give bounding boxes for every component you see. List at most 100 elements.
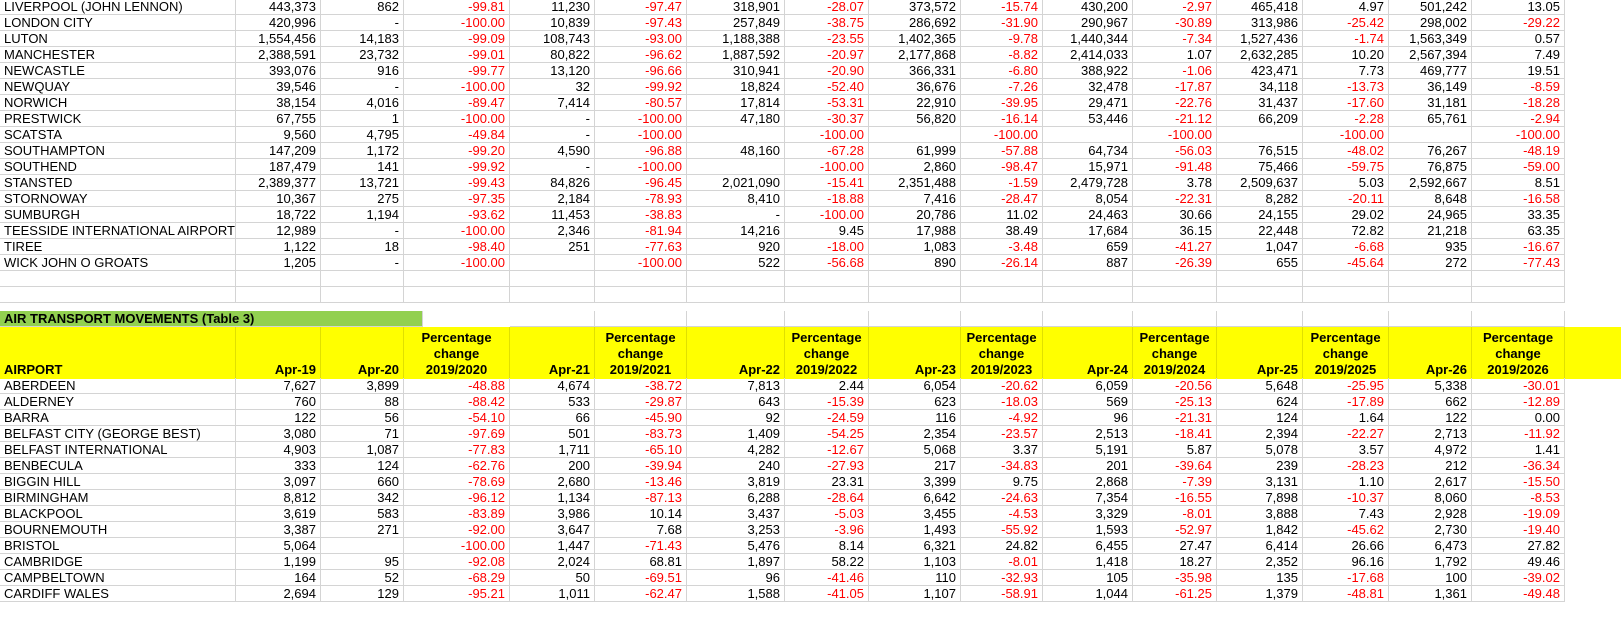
value-cell[interactable]: 1,887,592 [687, 47, 785, 63]
empty-cell[interactable] [595, 287, 687, 303]
empty-cell[interactable] [1472, 271, 1565, 287]
value-cell[interactable]: 862 [321, 0, 404, 15]
empty-cell[interactable] [0, 271, 236, 287]
value-cell[interactable]: 135 [1217, 570, 1303, 586]
value-cell[interactable]: -100.00 [404, 111, 510, 127]
airport-name-cell[interactable]: NEWCASTLE [0, 63, 236, 79]
value-cell[interactable]: -15.50 [1472, 474, 1565, 490]
value-cell[interactable]: -13.73 [1303, 79, 1389, 95]
value-cell[interactable]: -87.13 [595, 490, 687, 506]
empty-cell[interactable] [1389, 311, 1472, 327]
value-cell[interactable]: -17.87 [1133, 79, 1217, 95]
value-cell[interactable]: 522 [687, 255, 785, 271]
empty-cell[interactable] [1303, 311, 1389, 327]
empty-cell[interactable] [687, 271, 785, 287]
value-cell[interactable]: -96.88 [595, 143, 687, 159]
value-cell[interactable]: -78.69 [404, 474, 510, 490]
empty-cell[interactable] [961, 311, 1043, 327]
value-cell[interactable]: 1.07 [1133, 47, 1217, 63]
airport-name-cell[interactable]: NEWQUAY [0, 79, 236, 95]
value-cell[interactable]: 1.10 [1303, 474, 1389, 490]
value-cell[interactable]: -20.56 [1133, 378, 1217, 394]
value-cell[interactable]: -12.67 [785, 442, 869, 458]
value-cell[interactable]: -26.39 [1133, 255, 1217, 271]
value-cell[interactable]: -78.93 [595, 191, 687, 207]
value-cell[interactable]: 569 [1043, 394, 1133, 410]
value-cell[interactable]: -100.00 [1303, 127, 1389, 143]
value-cell[interactable]: 36,149 [1389, 79, 1472, 95]
value-cell[interactable]: 6,642 [869, 490, 961, 506]
value-cell[interactable] [687, 159, 785, 175]
value-cell[interactable]: -49.48 [1472, 586, 1565, 602]
value-cell[interactable]: -20.11 [1303, 191, 1389, 207]
empty-cell[interactable] [1133, 287, 1217, 303]
value-cell[interactable]: -100.00 [785, 207, 869, 223]
empty-cell[interactable] [1472, 311, 1565, 327]
airport-name-cell[interactable]: CARDIFF WALES [0, 586, 236, 602]
value-cell[interactable]: -34.83 [961, 458, 1043, 474]
empty-cell[interactable] [1389, 287, 1472, 303]
empty-cell[interactable] [869, 271, 961, 287]
value-cell[interactable]: -16.55 [1133, 490, 1217, 506]
value-cell[interactable]: 298,002 [1389, 15, 1472, 31]
value-cell[interactable]: -7.39 [1133, 474, 1217, 490]
value-cell[interactable]: 23,732 [321, 47, 404, 63]
value-cell[interactable]: 29.02 [1303, 207, 1389, 223]
airport-name-cell[interactable]: PRESTWICK [0, 111, 236, 127]
value-cell[interactable]: 65,761 [1389, 111, 1472, 127]
value-cell[interactable]: -30.37 [785, 111, 869, 127]
value-cell[interactable]: 1,205 [236, 255, 321, 271]
value-cell[interactable]: 13,721 [321, 175, 404, 191]
value-cell[interactable]: 212 [1389, 458, 1472, 474]
value-cell[interactable]: 10,367 [236, 191, 321, 207]
value-cell[interactable]: 2,394 [1217, 426, 1303, 442]
empty-cell[interactable] [1217, 271, 1303, 287]
value-cell[interactable]: -1.06 [1133, 63, 1217, 79]
airport-name-cell[interactable]: SUMBURGH [0, 207, 236, 223]
empty-cell[interactable] [404, 287, 510, 303]
value-cell[interactable]: 53,446 [1043, 111, 1133, 127]
value-cell[interactable]: -20.90 [785, 63, 869, 79]
value-cell[interactable]: -31.90 [961, 15, 1043, 31]
value-cell[interactable]: -62.47 [595, 586, 687, 602]
value-cell[interactable]: 124 [321, 458, 404, 474]
value-cell[interactable]: -12.89 [1472, 394, 1565, 410]
value-cell[interactable]: -88.42 [404, 394, 510, 410]
value-cell[interactable]: 3,399 [869, 474, 961, 490]
column-header-month[interactable]: Apr-22 [687, 327, 785, 379]
value-cell[interactable]: 3,329 [1043, 506, 1133, 522]
value-cell[interactable]: 31,437 [1217, 95, 1303, 111]
value-cell[interactable]: 2,928 [1389, 506, 1472, 522]
value-cell[interactable]: -100.00 [404, 223, 510, 239]
value-cell[interactable]: 660 [321, 474, 404, 490]
value-cell[interactable]: -83.89 [404, 506, 510, 522]
value-cell[interactable]: 1.41 [1472, 442, 1565, 458]
value-cell[interactable]: 240 [687, 458, 785, 474]
value-cell[interactable]: 2,680 [510, 474, 595, 490]
value-cell[interactable]: 30.66 [1133, 207, 1217, 223]
value-cell[interactable]: 1,792 [1389, 554, 1472, 570]
value-cell[interactable]: 6,054 [869, 378, 961, 394]
value-cell[interactable]: -28.64 [785, 490, 869, 506]
value-cell[interactable]: 2,346 [510, 223, 595, 239]
value-cell[interactable]: 1,409 [687, 426, 785, 442]
value-cell[interactable]: -80.57 [595, 95, 687, 111]
value-cell[interactable]: -97.69 [404, 426, 510, 442]
value-cell[interactable]: 313,986 [1217, 15, 1303, 31]
value-cell[interactable]: 1,402,365 [869, 31, 961, 47]
value-cell[interactable]: -38.72 [595, 378, 687, 394]
value-cell[interactable]: -18.00 [785, 239, 869, 255]
value-cell[interactable]: 7,414 [510, 95, 595, 111]
value-cell[interactable]: -39.95 [961, 95, 1043, 111]
value-cell[interactable]: 5,068 [869, 442, 961, 458]
value-cell[interactable]: 2,860 [869, 159, 961, 175]
value-cell[interactable]: -21.31 [1133, 410, 1217, 426]
value-cell[interactable]: 920 [687, 239, 785, 255]
value-cell[interactable]: -26.14 [961, 255, 1043, 271]
value-cell[interactable]: 18 [321, 239, 404, 255]
value-cell[interactable]: 8,410 [687, 191, 785, 207]
value-cell[interactable]: 2,352 [1217, 554, 1303, 570]
value-cell[interactable]: - [510, 111, 595, 127]
value-cell[interactable]: 7,898 [1217, 490, 1303, 506]
value-cell[interactable]: -83.73 [595, 426, 687, 442]
